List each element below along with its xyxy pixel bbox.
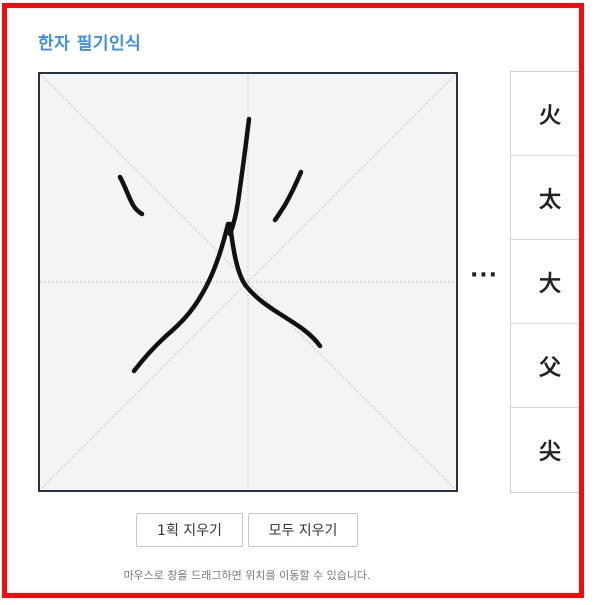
erase-all-button[interactable]: 모두 지우기 — [248, 513, 358, 547]
candidate-list: 火 太 大 父 尖 — [510, 71, 579, 493]
drag-hint-text: 마우스로 창을 드래그하면 위치를 이동할 수 있습니다. — [123, 569, 371, 582]
candidate-item[interactable]: 父 — [511, 324, 579, 408]
canvas-svg[interactable] — [40, 74, 456, 490]
handwriting-panel[interactable]: 한자 필기인식 ··· 火 太 大 父 尖 1획 지우기 모두 지우기 마우스로… — [2, 3, 584, 598]
candidate-item[interactable]: 火 — [511, 72, 579, 156]
candidate-item[interactable]: 大 — [511, 240, 579, 324]
drawing-canvas[interactable] — [38, 72, 458, 492]
ink-strokes — [117, 116, 323, 374]
candidate-item[interactable]: 尖 — [511, 408, 579, 492]
stroke-right-sweep — [227, 221, 323, 349]
erase-stroke-button[interactable]: 1획 지우기 — [136, 513, 243, 547]
stroke-center-vertical — [227, 116, 252, 237]
stroke-right-dot — [272, 169, 304, 223]
stroke-left-dot — [117, 174, 145, 217]
panel-title: 한자 필기인식 — [38, 34, 142, 54]
candidate-item[interactable]: 太 — [511, 156, 579, 240]
more-candidates-ellipsis[interactable]: ··· — [465, 263, 503, 288]
